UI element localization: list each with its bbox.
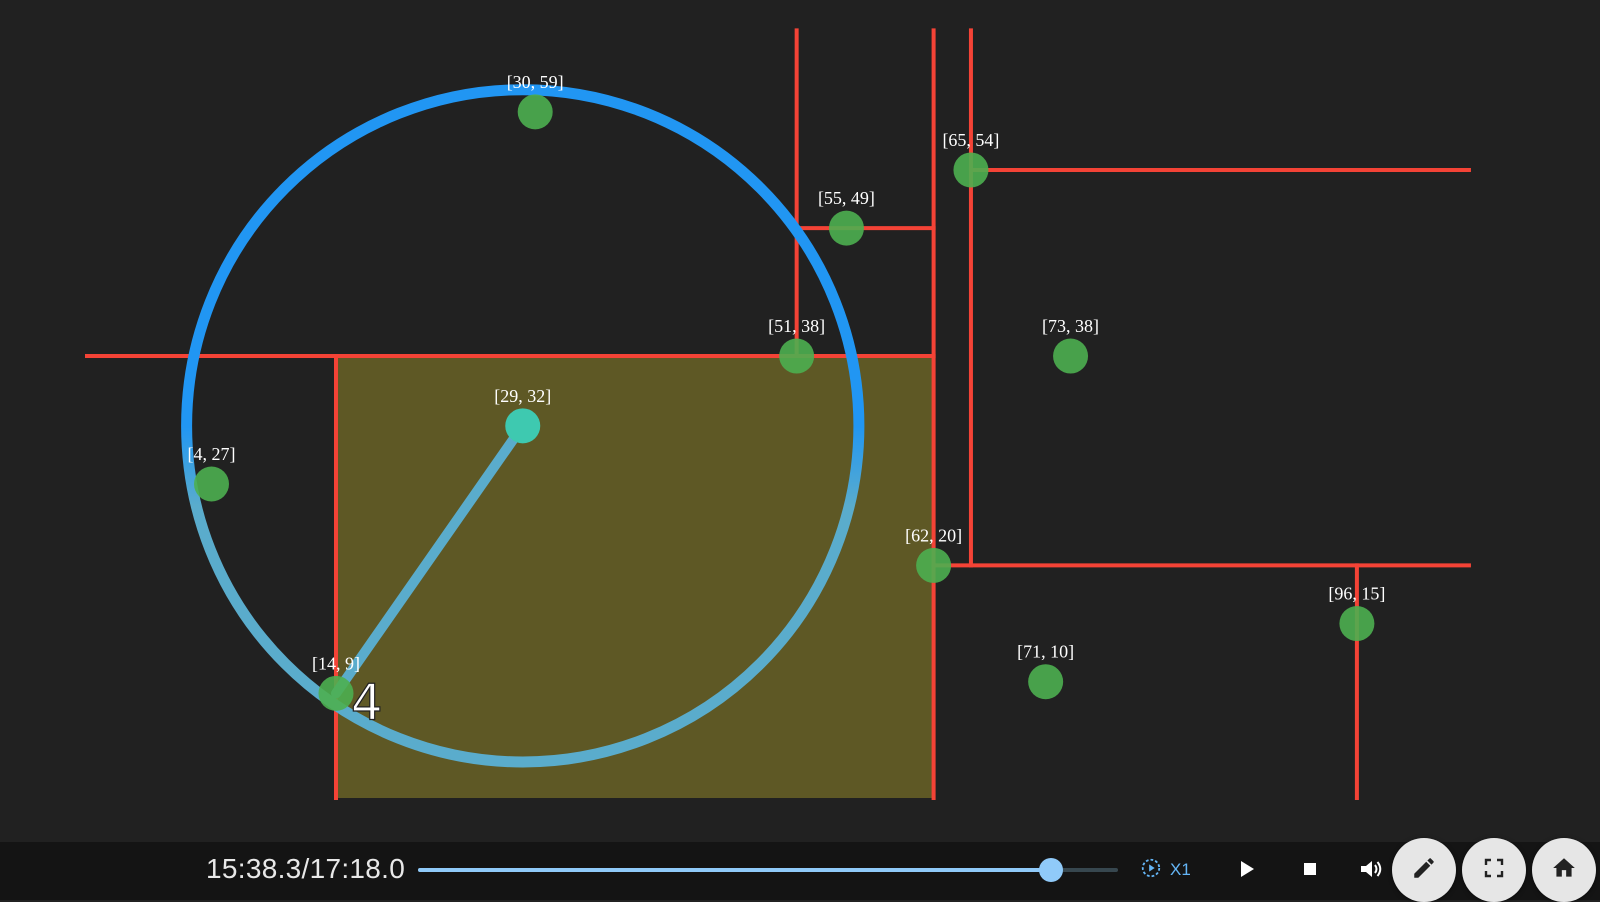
point-label: [65, 54] [942, 130, 999, 150]
data-point [779, 338, 815, 374]
point-label: [55, 49] [818, 188, 875, 208]
point-label: [62, 20] [905, 525, 962, 545]
volume-icon [1358, 857, 1384, 885]
point-label: [73, 38] [1042, 316, 1099, 336]
visualization-canvas: [30, 59] [65, 54] [55, 49] [51, 38] [73, 38]… [85, 28, 1471, 800]
playback-speed-button[interactable]: X1 [1140, 856, 1191, 884]
data-point [953, 152, 989, 188]
home-button[interactable] [1532, 838, 1596, 902]
seek-bar-progress [418, 868, 1051, 872]
point-label: [4, 27] [188, 444, 236, 464]
data-point [916, 547, 952, 583]
data-point [194, 466, 229, 502]
point-label: [29, 32] [494, 386, 551, 406]
play-button[interactable] [1232, 856, 1262, 886]
time-display: 15:38.3/17:18.0 [206, 853, 406, 884]
home-icon [1551, 855, 1577, 885]
point-label: [96, 15] [1328, 584, 1385, 604]
playback-speed-icon [1140, 857, 1162, 883]
step-number: 4 [351, 673, 383, 731]
data-point [318, 675, 354, 711]
data-point [1028, 664, 1064, 700]
seek-bar[interactable] [418, 858, 1118, 882]
data-point [517, 94, 553, 130]
edit-button[interactable] [1392, 838, 1456, 902]
stop-icon [1301, 860, 1319, 882]
data-point [828, 210, 864, 246]
fullscreen-icon [1482, 856, 1506, 884]
fullscreen-button[interactable] [1462, 838, 1526, 902]
volume-button[interactable] [1356, 856, 1386, 886]
point-label: [14, 9] [312, 653, 360, 673]
playback-speed-label: X1 [1170, 860, 1191, 879]
pencil-icon [1411, 855, 1437, 885]
visualization-stage: [30, 59] [65, 54] [55, 49] [51, 38] [73, 38]… [0, 0, 1600, 840]
playback-control-bar: 15:38.3/17:18.0 X1 [0, 838, 1600, 902]
play-icon [1237, 858, 1257, 884]
point-label: [30, 59] [507, 72, 564, 92]
stop-button[interactable] [1295, 856, 1325, 886]
seek-bar-thumb[interactable] [1038, 858, 1063, 882]
data-point [1339, 606, 1375, 642]
point-label: [71, 10] [1017, 642, 1074, 662]
data-point [1053, 338, 1089, 374]
highlight-region [336, 356, 934, 798]
point-label: [51, 38] [768, 316, 825, 336]
query-point [505, 408, 541, 444]
